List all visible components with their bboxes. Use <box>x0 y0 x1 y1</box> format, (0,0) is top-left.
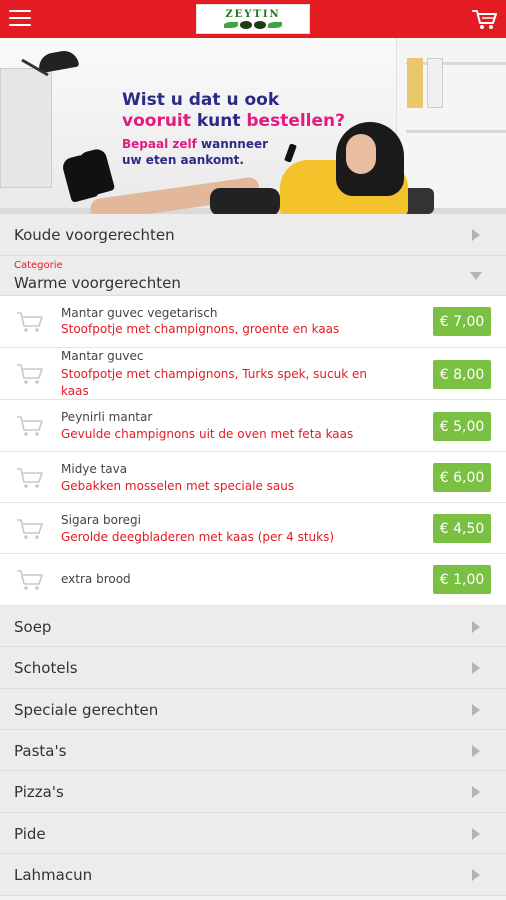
category-label: Pasta's <box>14 742 67 760</box>
category-lahmacun[interactable]: Lahmacun <box>0 854 506 896</box>
item-description: Gerolde deegbladeren met kaas (per 4 stu… <box>61 530 335 544</box>
add-to-cart-icon[interactable] <box>16 568 44 592</box>
chevron-right-icon <box>472 704 480 716</box>
add-to-cart-icon[interactable] <box>16 362 44 386</box>
item-description: Gevulde champignons uit de oven met feta… <box>61 427 354 441</box>
chevron-right-icon <box>472 745 480 757</box>
banner-monitor <box>0 68 52 188</box>
menu-item[interactable]: Mantar guvec Stoofpotje met champignons,… <box>0 348 506 400</box>
promo-line-1: Wist u dat u ook <box>122 90 280 110</box>
item-name: Peynirli mantar <box>61 410 153 424</box>
chevron-right-icon <box>472 828 480 840</box>
category-pastas[interactable]: Pasta's <box>0 730 506 771</box>
category-warme-voorgerechten[interactable]: Categorie Warme voorgerechten <box>0 256 506 296</box>
category-koude-voorgerechten[interactable]: Koude voorgerechten <box>0 214 506 256</box>
chevron-right-icon <box>472 662 480 674</box>
price-button[interactable]: € 4,50 <box>433 514 491 543</box>
promo-vooruit: vooruit <box>122 111 191 131</box>
category-soep[interactable]: Soep <box>0 606 506 647</box>
hamburger-menu-icon[interactable] <box>9 10 31 28</box>
chevron-down-icon <box>470 272 482 280</box>
chevron-right-icon <box>472 869 480 881</box>
promo-line-2: vooruit kunt bestellen? <box>122 111 345 132</box>
add-to-cart-icon[interactable] <box>16 466 44 490</box>
price-button[interactable]: € 1,00 <box>433 565 491 594</box>
promo-bestellen: bestellen? <box>246 111 345 131</box>
category-schotels[interactable]: Schotels <box>0 647 506 689</box>
category-label: Speciale gerechten <box>14 701 159 719</box>
chevron-right-icon <box>472 621 480 633</box>
category-label: Lahmacun <box>14 866 93 884</box>
olive-icon <box>224 21 282 29</box>
zeytin-logo[interactable]: ZEYTIN <box>196 4 310 34</box>
shopping-cart-icon[interactable] <box>472 6 498 32</box>
app-header: ZEYTIN <box>0 0 506 38</box>
promo-text: Wist u dat u ook vooruit kunt bestellen?… <box>122 90 345 168</box>
promo-banner[interactable]: Wist u dat u ook vooruit kunt bestellen?… <box>0 38 506 214</box>
price-button[interactable]: € 8,00 <box>433 360 491 389</box>
menu-item[interactable]: Midye tava Gebakken mosselen met special… <box>0 452 506 503</box>
item-name: Midye tava <box>61 462 128 476</box>
category-label: Schotels <box>14 659 78 677</box>
category-sublabel: Categorie <box>14 260 63 271</box>
promo-line-4: uw eten aankomt. <box>122 153 244 167</box>
item-name: Sigara boregi <box>61 513 141 527</box>
chevron-right-icon <box>472 786 480 798</box>
logo-text: ZEYTIN <box>225 9 281 20</box>
menu-item[interactable]: Mantar guvec vegetarisch Stoofpotje met … <box>0 296 506 348</box>
category-label: Koude voorgerechten <box>14 226 175 244</box>
price-button[interactable]: € 6,00 <box>433 463 491 492</box>
banner-face <box>346 134 376 174</box>
chevron-right-icon <box>472 229 480 241</box>
promo-line-3: Bepaal zelf wannneer <box>122 136 345 152</box>
category-speciale-gerechten[interactable]: Speciale gerechten <box>0 689 506 730</box>
item-name: Mantar guvec <box>61 349 144 363</box>
price-button[interactable]: € 5,00 <box>433 412 491 441</box>
item-description: Stoofpotje met champignons, groente en k… <box>61 322 340 336</box>
menu-item[interactable]: extra brood € 1,00 <box>0 554 506 606</box>
add-to-cart-icon[interactable] <box>16 517 44 541</box>
item-description: Stoofpotje met champignons, Turks spek, … <box>61 367 367 398</box>
category-pide[interactable]: Pide <box>0 813 506 854</box>
category-label: Pide <box>14 825 46 843</box>
category-label: Pizza's <box>14 783 64 801</box>
item-name: extra brood <box>61 572 131 586</box>
promo-bepaal-zelf: Bepaal zelf <box>122 137 197 151</box>
promo-kunt: kunt <box>196 111 241 131</box>
banner-skirt <box>210 188 280 214</box>
item-name: Mantar guvec vegetarisch <box>61 306 218 320</box>
add-to-cart-icon[interactable] <box>16 310 44 334</box>
promo-wanneer: wannneer <box>201 137 269 151</box>
price-button[interactable]: € 7,00 <box>433 307 491 336</box>
category-pizzas[interactable]: Pizza's <box>0 771 506 813</box>
add-to-cart-icon[interactable] <box>16 414 44 438</box>
category-label: Soep <box>14 618 52 636</box>
menu-item[interactable]: Sigara boregi Gerolde deegbladeren met k… <box>0 503 506 554</box>
category-label: Warme voorgerechten <box>14 274 181 292</box>
menu-item[interactable]: Peynirli mantar Gevulde champignons uit … <box>0 400 506 452</box>
item-description: Gebakken mosselen met speciale saus <box>61 479 295 493</box>
